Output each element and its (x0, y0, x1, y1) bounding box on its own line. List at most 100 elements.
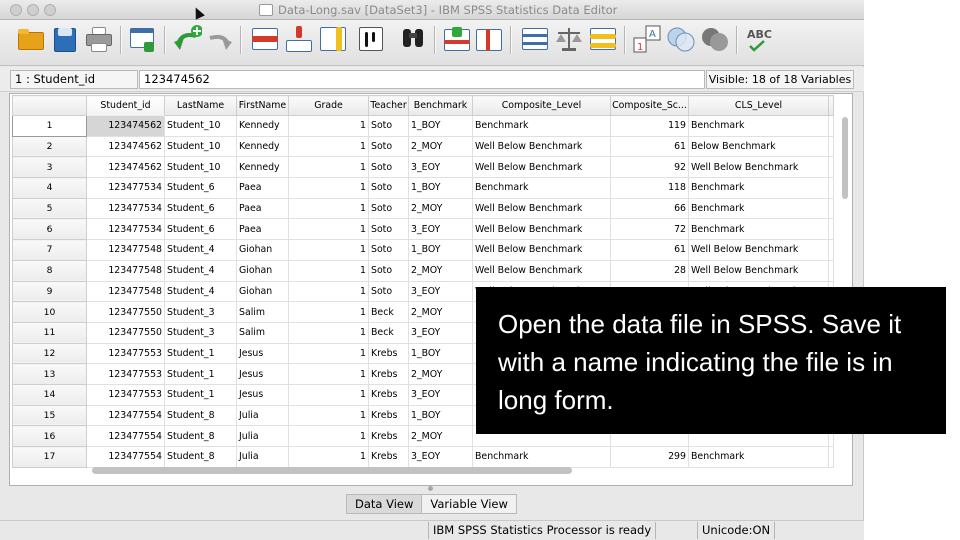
data-cell[interactable]: 123477550 (86, 321, 165, 344)
data-cell[interactable]: 3_EOY (408, 280, 473, 303)
data-cell[interactable]: Krebs (368, 446, 409, 468)
data-cell[interactable]: Giohan (236, 259, 289, 282)
data-cell[interactable]: Julia (236, 446, 289, 468)
data-cell[interactable]: Soto (368, 218, 409, 241)
data-cell[interactable]: Krebs (368, 363, 409, 385)
data-cell[interactable]: Well Below Benchmark (472, 239, 611, 261)
data-cell[interactable]: 1_BOY (408, 342, 473, 365)
data-cell[interactable]: 1 (288, 218, 369, 241)
data-cell[interactable]: 123477534 (86, 177, 165, 199)
data-cell[interactable]: Soto (368, 280, 409, 303)
row-number[interactable]: 10 (12, 301, 87, 323)
data-cell[interactable]: Krebs (368, 342, 409, 365)
row-number[interactable]: 12 (12, 342, 87, 365)
data-cell[interactable]: 1_BOY (408, 115, 473, 137)
row-number[interactable]: 2 (12, 135, 87, 158)
data-cell[interactable]: Well Below Benchmark (472, 218, 611, 241)
data-cell[interactable]: 3_EOY (408, 446, 473, 468)
insert-variable-icon[interactable] (474, 24, 504, 54)
data-cell[interactable]: Paea (236, 218, 289, 241)
data-cell[interactable]: Well Below Benchmark (472, 197, 611, 220)
data-cell[interactable]: Well Below Benchmark (472, 135, 611, 158)
data-cell[interactable]: Soto (368, 197, 409, 220)
use-variable-sets-icon[interactable] (666, 24, 696, 54)
data-cell[interactable]: 123474562 (86, 156, 165, 179)
select-cases-icon[interactable] (588, 24, 618, 54)
column-header-composite-level[interactable]: Composite_Level (472, 95, 611, 116)
data-cell[interactable]: 118 (610, 177, 689, 199)
column-header-teacher[interactable]: Teacher (368, 95, 409, 116)
data-cell[interactable]: Student_1 (164, 363, 237, 385)
minimize-window-button[interactable] (27, 4, 39, 16)
data-cell[interactable]: Student_10 (164, 156, 237, 179)
open-folder-icon[interactable] (16, 24, 46, 54)
data-cell[interactable]: Soto (368, 135, 409, 158)
data-cell[interactable]: Kennedy (236, 115, 289, 137)
data-cell[interactable]: 1_BOY (408, 239, 473, 261)
data-cell[interactable]: 123477534 (86, 218, 165, 241)
data-cell[interactable]: Paea (236, 197, 289, 220)
data-cell[interactable]: 123477550 (86, 301, 165, 323)
row-number[interactable]: 13 (12, 363, 87, 385)
data-cell[interactable]: Giohan (236, 280, 289, 303)
data-cell[interactable]: 299 (610, 446, 689, 468)
tab-data-view[interactable]: Data View (347, 495, 423, 513)
data-cell[interactable]: 1 (288, 239, 369, 261)
data-cell[interactable]: 123477548 (86, 259, 165, 282)
data-cell[interactable]: Well Below Benchmark (688, 259, 829, 282)
row-number[interactable]: 9 (12, 280, 87, 303)
data-cell[interactable]: 123474562 (86, 135, 165, 158)
row-number[interactable]: 7 (12, 239, 87, 261)
data-cell[interactable]: Student_4 (164, 239, 237, 261)
vertical-scrollbar-thumb[interactable] (842, 117, 848, 199)
data-cell[interactable]: 66 (610, 197, 689, 220)
data-cell[interactable]: 1 (288, 425, 369, 447)
show-all-variables-icon[interactable] (700, 24, 730, 54)
data-cell[interactable]: Student_4 (164, 259, 237, 282)
find-icon[interactable] (398, 24, 428, 54)
data-cell[interactable]: 3_EOY (408, 383, 473, 406)
data-cell[interactable]: 2_MOY (408, 259, 473, 282)
data-cell[interactable]: Soto (368, 259, 409, 282)
data-cell[interactable]: Well Below Benchmark (688, 156, 829, 179)
column-header-firstname[interactable]: FirstName (236, 95, 289, 116)
row-number[interactable]: 16 (12, 425, 87, 447)
data-cell[interactable]: 123477553 (86, 383, 165, 406)
data-cell[interactable]: Student_3 (164, 321, 237, 344)
data-cell[interactable]: 123477554 (86, 446, 165, 468)
data-cell[interactable]: Benchmark (688, 177, 829, 199)
spell-check-icon[interactable]: ABC (744, 24, 774, 54)
data-cell[interactable]: 123474562 (86, 115, 165, 137)
data-cell[interactable]: 1 (288, 135, 369, 158)
data-cell[interactable]: Benchmark (472, 446, 611, 468)
data-cell[interactable]: Benchmark (688, 446, 829, 468)
row-number[interactable]: 4 (12, 177, 87, 199)
data-cell[interactable]: Student_8 (164, 404, 237, 427)
close-window-button[interactable] (10, 4, 22, 16)
data-cell[interactable]: 61 (610, 239, 689, 261)
data-cell[interactable]: Below Benchmark (688, 135, 829, 158)
data-cell[interactable]: 1 (288, 321, 369, 344)
run-descriptives-icon[interactable] (356, 24, 386, 54)
data-cell[interactable]: Julia (236, 425, 289, 447)
data-cell[interactable]: 2_MOY (408, 301, 473, 323)
data-cell[interactable]: 28 (610, 259, 689, 282)
cell-value-input[interactable]: 123474562 (139, 70, 705, 89)
undo-icon[interactable] (172, 24, 203, 54)
data-cell[interactable]: 92 (610, 156, 689, 179)
data-cell[interactable]: 2_MOY (408, 425, 473, 447)
data-cell[interactable]: 1 (288, 197, 369, 220)
data-cell[interactable]: 1 (288, 156, 369, 179)
data-cell[interactable]: 123477534 (86, 197, 165, 220)
split-file-icon[interactable] (520, 24, 550, 54)
column-header-student-id[interactable]: Student_id (86, 95, 165, 116)
data-cell[interactable]: Jesus (236, 383, 289, 406)
column-header-lastname[interactable]: LastName (164, 95, 237, 116)
data-cell[interactable]: Salim (236, 301, 289, 323)
data-cell[interactable]: Benchmark (688, 197, 829, 220)
data-cell[interactable]: Paea (236, 177, 289, 199)
data-cell[interactable]: Student_6 (164, 177, 237, 199)
data-cell[interactable]: 2_MOY (408, 135, 473, 158)
data-cell[interactable]: 1_BOY (408, 177, 473, 199)
data-cell[interactable]: Giohan (236, 239, 289, 261)
